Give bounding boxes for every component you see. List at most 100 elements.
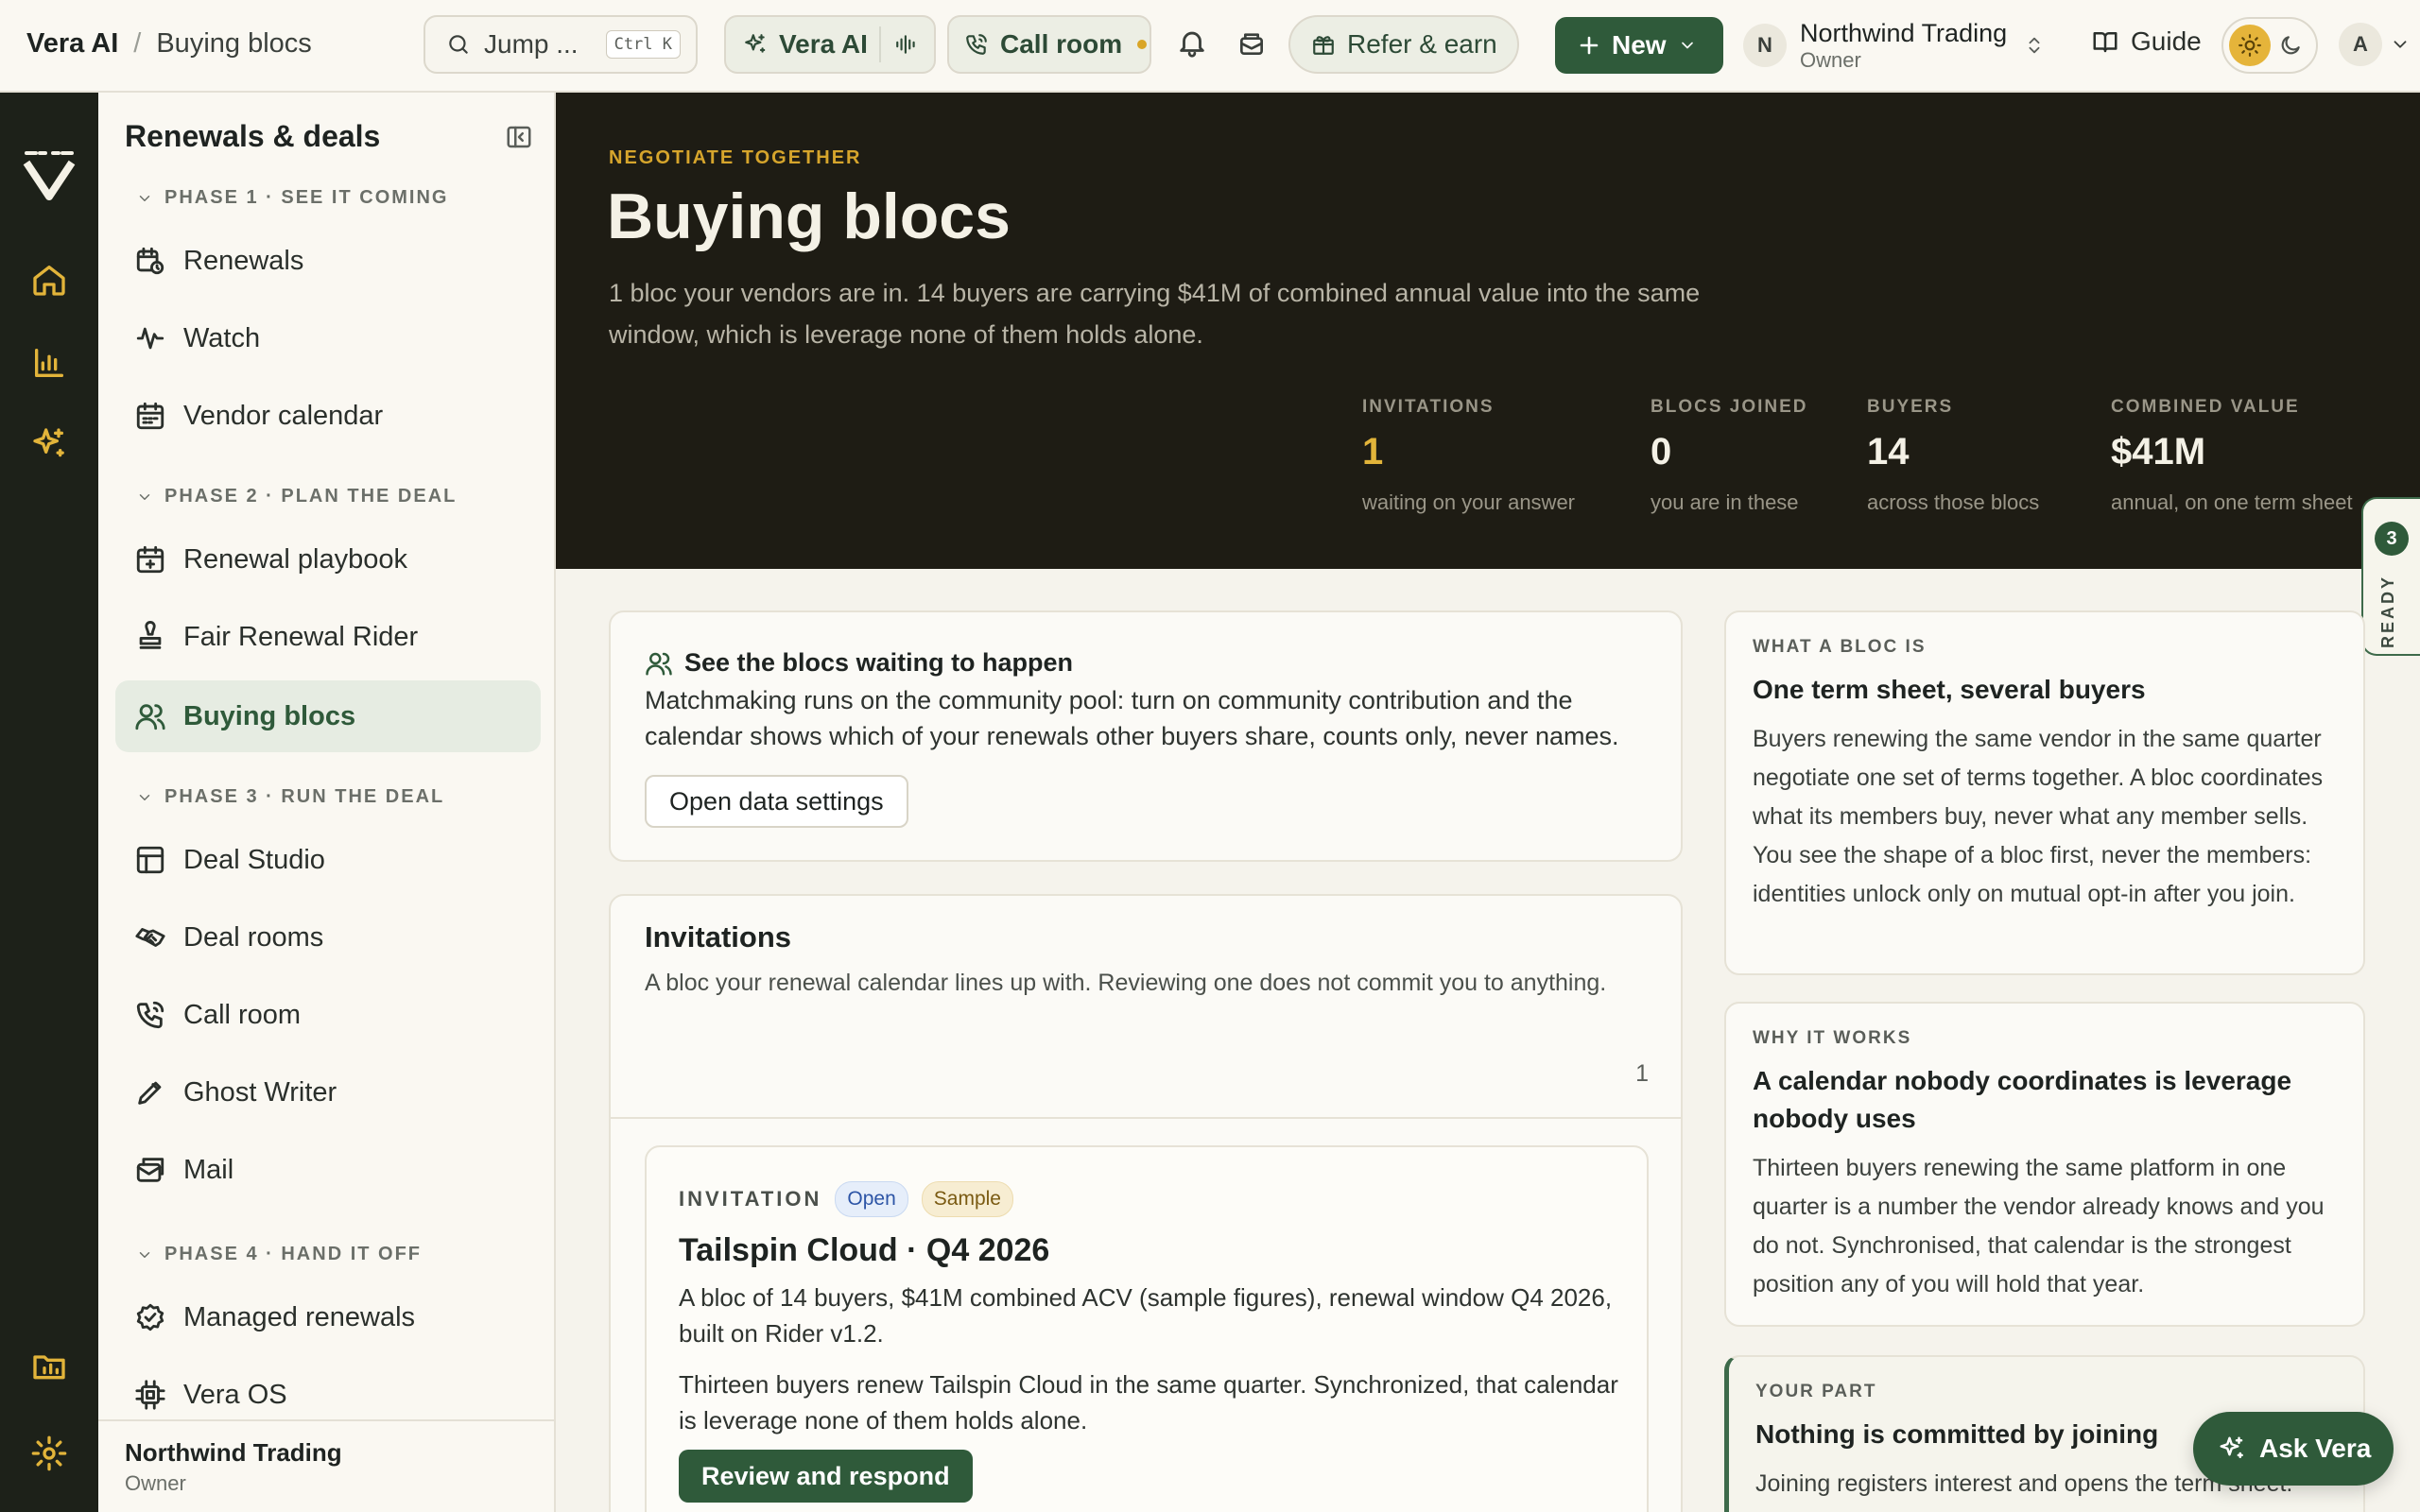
sidebar-item-deal-rooms[interactable]: Deal rooms xyxy=(115,902,541,973)
breadcrumb-app[interactable]: Vera AI xyxy=(26,28,118,60)
folder-chart-icon[interactable] xyxy=(30,1348,68,1385)
pen-icon xyxy=(134,1076,166,1108)
inbox-icon[interactable] xyxy=(1236,28,1267,59)
vera-ai-label: Vera AI xyxy=(779,29,868,59)
home-icon[interactable] xyxy=(30,261,68,299)
matchmaking-body: Matchmaking runs on the community pool: … xyxy=(645,686,1619,750)
sidebar-item-call-room[interactable]: Call room xyxy=(115,979,541,1051)
phase-label: PHASE 3 · RUN THE DEAL xyxy=(164,786,445,807)
stat-value: 1 xyxy=(1362,431,1384,472)
ask-vera-button[interactable]: Ask Vera xyxy=(2193,1412,2394,1486)
collapse-sidebar-icon[interactable] xyxy=(505,123,533,151)
sidebar-item-buying-blocs[interactable]: Buying blocs xyxy=(115,680,541,752)
org-switcher[interactable]: N Northwind Trading Owner xyxy=(1743,13,2045,77)
sidebar-item-label: Renewal playbook xyxy=(183,543,407,575)
sidebar-account[interactable]: Northwind Trading Owner xyxy=(98,1419,556,1512)
sidebar-item-mail[interactable]: Mail xyxy=(115,1134,541,1206)
review-respond-button[interactable]: Review and respond xyxy=(679,1450,973,1503)
sidebar-item-label: Call room xyxy=(183,999,302,1030)
phone-icon xyxy=(964,32,989,57)
section-sidebar: Renewals & deals PHASE 1 · SEE IT COMING… xyxy=(98,93,556,1512)
sparkles-icon xyxy=(2218,1435,2246,1463)
guide-button[interactable]: Guide xyxy=(2091,26,2202,57)
refer-earn-button[interactable]: Refer & earn xyxy=(1288,15,1519,74)
gear-icon[interactable] xyxy=(30,1435,68,1472)
chevron-down-icon[interactable] xyxy=(2390,34,2411,55)
bar-chart-icon[interactable] xyxy=(30,344,68,382)
open-data-settings-button[interactable]: Open data settings xyxy=(645,775,908,828)
phase-label: PHASE 2 · PLAN THE DEAL xyxy=(164,486,458,507)
ready-panel-tab[interactable]: 3 READY xyxy=(2361,497,2420,656)
invitations-description: A bloc your renewal calendar lines up wi… xyxy=(645,970,1607,996)
sidebar-item-fair-renewal-rider[interactable]: Fair Renewal Rider xyxy=(115,601,541,673)
invitation-summary: A bloc of 14 buyers, $41M combined ACV (… xyxy=(679,1283,1613,1348)
invitation-name: Tailspin Cloud · Q4 2026 xyxy=(679,1232,1050,1268)
hero-eyebrow: NEGOTIATE TOGETHER xyxy=(609,147,862,168)
sidebar-item-renewal-playbook[interactable]: Renewal playbook xyxy=(115,524,541,595)
sidebar-item-label: Vera OS xyxy=(183,1379,287,1410)
search-icon xyxy=(446,32,471,57)
page-title: Buying blocs xyxy=(607,180,1011,252)
stat-label: INVITATIONS xyxy=(1362,397,1495,417)
sidebar-item-label: Renewals xyxy=(183,245,304,276)
bell-icon[interactable] xyxy=(1176,26,1208,59)
invitation-item: INVITATION Open Sample Tailspin Cloud · … xyxy=(645,1145,1649,1512)
sun-icon[interactable] xyxy=(2229,25,2271,66)
sidebar-item-label: Ghost Writer xyxy=(183,1076,337,1108)
sidebar-item-vendor-calendar[interactable]: Vendor calendar xyxy=(115,380,541,452)
info-card-eyebrow: WHY IT WORKS xyxy=(1753,1028,1912,1048)
gift-icon xyxy=(1311,32,1336,57)
pulse-icon xyxy=(134,322,166,354)
sparkles-icon[interactable] xyxy=(30,425,68,463)
voice-wave-icon[interactable] xyxy=(879,26,919,62)
matchmaking-title: See the blocs waiting to happen xyxy=(684,648,1074,677)
moon-icon[interactable] xyxy=(2278,33,2303,58)
info-card-body: Thirteen buyers renewing the same platfo… xyxy=(1753,1155,2325,1297)
sidebar-item-deal-studio[interactable]: Deal Studio xyxy=(115,824,541,896)
chip-icon xyxy=(134,1379,166,1411)
vera-ai-button[interactable]: Vera AI xyxy=(724,15,936,74)
info-card-title: A calendar nobody coordinates is leverag… xyxy=(1753,1066,2292,1133)
guide-label: Guide xyxy=(2131,26,2202,56)
invitations-title: Invitations xyxy=(645,920,792,954)
stat-label: BLOCS JOINED xyxy=(1651,397,1808,417)
org-avatar: N xyxy=(1743,24,1787,67)
clock-calendar-icon xyxy=(134,245,166,277)
sample-badge: Sample xyxy=(921,1181,1013,1217)
page-hero: NEGOTIATE TOGETHER Buying blocs 1 bloc y… xyxy=(556,93,2420,569)
top-bar: Vera AI / Buying blocs Jump ... Ctrl K V… xyxy=(0,0,2420,93)
stat-blocs-joined: BLOCS JOINED 0 you are in these xyxy=(1651,397,1808,515)
app-rail xyxy=(0,93,98,1512)
user-avatar[interactable]: A xyxy=(2339,23,2382,66)
call-room-button[interactable]: Call room xyxy=(947,15,1151,74)
jump-search[interactable]: Jump ... Ctrl K xyxy=(424,15,698,74)
invitation-kind: INVITATION xyxy=(679,1187,822,1211)
users-icon xyxy=(134,700,166,732)
sparkles-icon xyxy=(743,32,768,57)
handshake-icon xyxy=(134,921,166,954)
theme-toggle[interactable] xyxy=(2221,17,2318,74)
sidebar-item-label: Watch xyxy=(183,322,261,353)
stat-value: $41M xyxy=(2111,431,2206,472)
chevron-down-icon xyxy=(136,1246,153,1263)
phase-3-header[interactable]: PHASE 3 · RUN THE DEAL xyxy=(136,786,444,808)
calendar-plus-icon xyxy=(134,543,166,576)
new-button[interactable]: New xyxy=(1555,17,1723,74)
sidebar-item-renewals[interactable]: Renewals xyxy=(115,225,541,297)
sidebar-item-label: Deal rooms xyxy=(183,921,324,953)
chevron-down-icon xyxy=(136,489,153,506)
sidebar-item-watch[interactable]: Watch xyxy=(115,302,541,374)
breadcrumb-page: Buying blocs xyxy=(156,28,312,59)
sidebar-item-managed-renewals[interactable]: Managed renewals xyxy=(115,1281,541,1353)
sidebar-item-label: Vendor calendar xyxy=(183,400,384,431)
info-card-why-it-works: WHY IT WORKS A calendar nobody coordinat… xyxy=(1724,1002,2365,1327)
stat-invitations: INVITATIONS 1 waiting on your answer xyxy=(1362,397,1575,515)
ready-count-badge: 3 xyxy=(2375,522,2409,556)
phase-1-header[interactable]: PHASE 1 · SEE IT COMING xyxy=(136,187,448,209)
phase-2-header[interactable]: PHASE 2 · PLAN THE DEAL xyxy=(136,486,457,507)
sidebar-item-ghost-writer[interactable]: Ghost Writer xyxy=(115,1057,541,1128)
phase-4-header[interactable]: PHASE 4 · HAND IT OFF xyxy=(136,1244,422,1265)
info-card-eyebrow: YOUR PART xyxy=(1755,1382,1877,1401)
sidebar-item-label: Managed renewals xyxy=(183,1301,416,1332)
vera-logo[interactable] xyxy=(19,144,79,204)
